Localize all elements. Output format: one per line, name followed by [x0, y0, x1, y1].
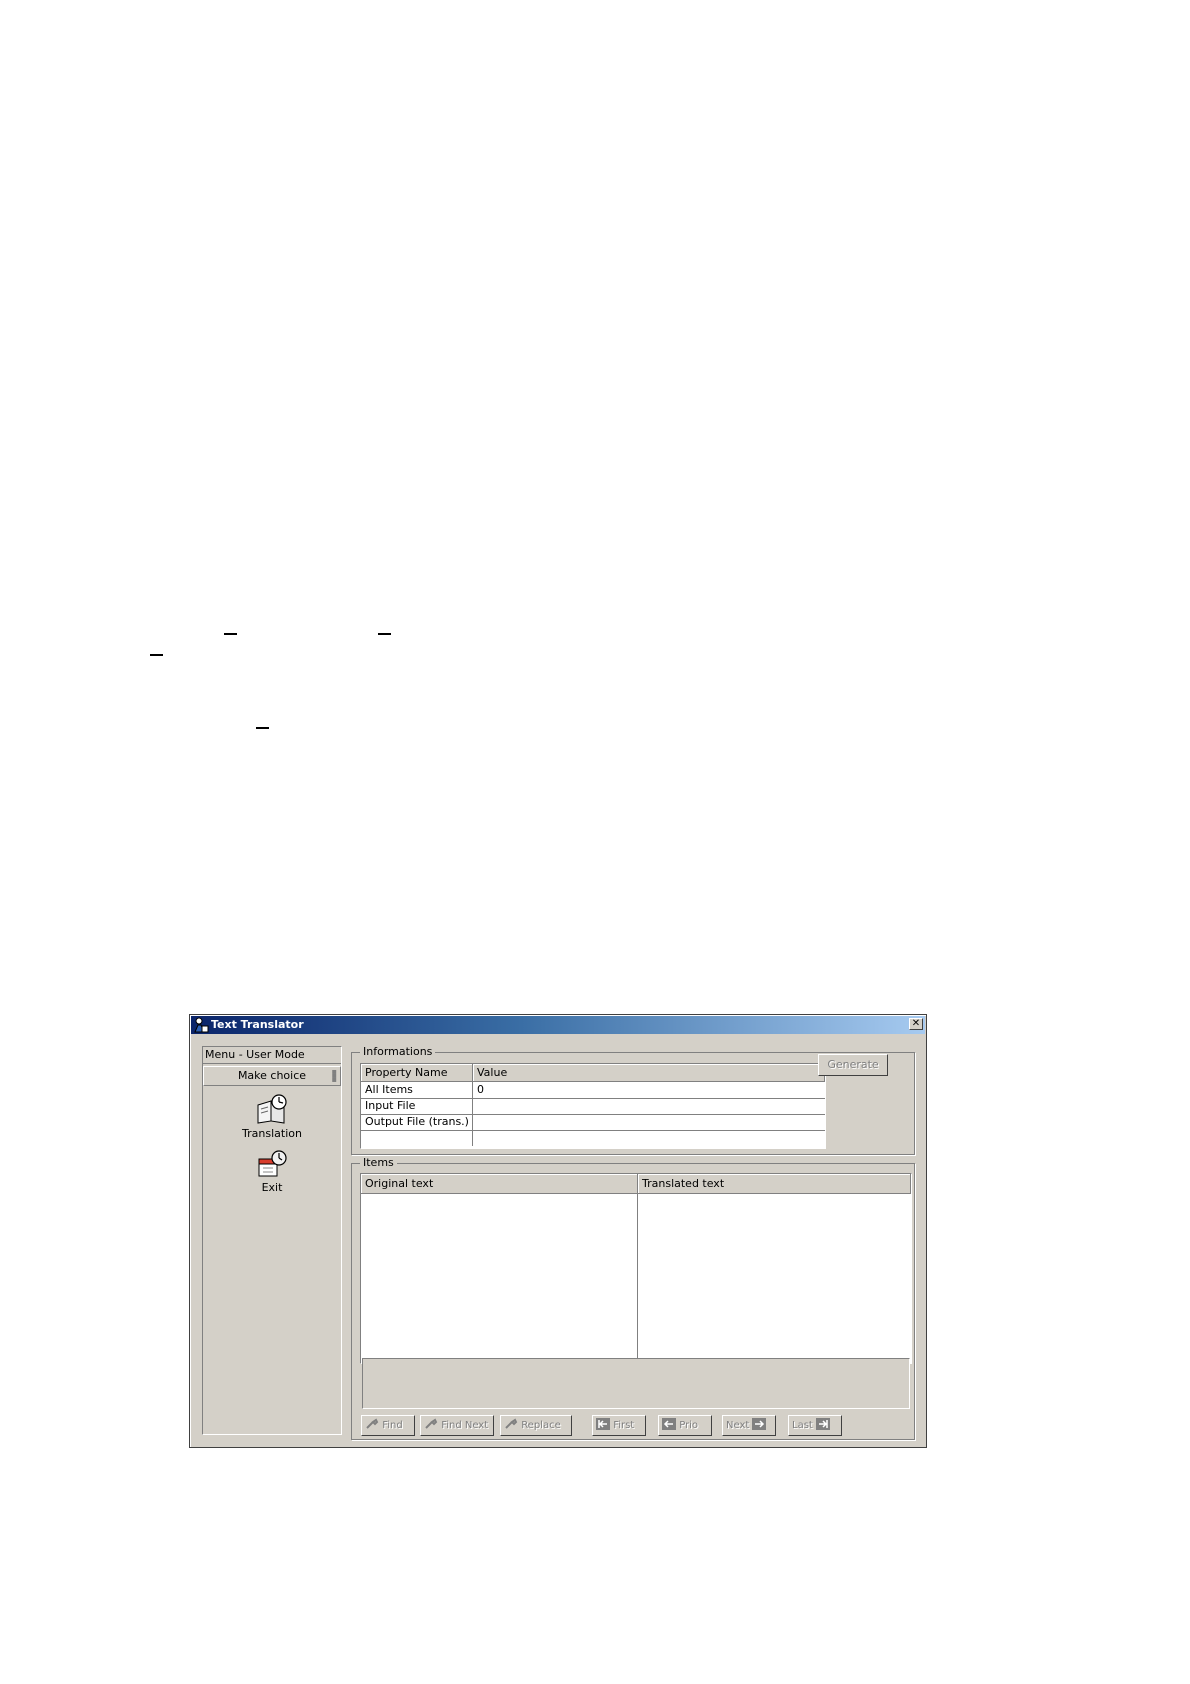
table-row[interactable]: Input File [361, 1098, 825, 1115]
title-bar[interactable]: Text Translator ✕ [191, 1016, 925, 1034]
make-choice-bar[interactable]: Make choice ▪ ▪ ▪ [203, 1066, 341, 1086]
last-button[interactable]: Last [788, 1415, 842, 1436]
first-button[interactable]: First [592, 1415, 646, 1436]
window-title: Text Translator [211, 1018, 304, 1031]
table-row[interactable]: Output File (trans.) [361, 1114, 825, 1131]
last-label: Last [792, 1420, 813, 1431]
right-arrow-icon [752, 1418, 767, 1430]
column-header-translated-text[interactable]: Translated text [638, 1174, 911, 1193]
prior-label: Prio [679, 1420, 699, 1431]
items-legend: Items [360, 1156, 397, 1170]
table-row[interactable]: All Items 0 [361, 1082, 825, 1099]
find-button[interactable]: Find [361, 1415, 415, 1436]
property-name-cell: Output File (trans.) [361, 1114, 473, 1130]
close-button[interactable]: ✕ [909, 1018, 923, 1030]
property-value-cell: 0 [477, 1083, 484, 1096]
calendar-clock-exit-icon [258, 1150, 287, 1177]
prior-button[interactable]: Prio [658, 1415, 712, 1436]
column-header-original-text[interactable]: Original text [361, 1174, 638, 1193]
property-value-cell [473, 1098, 825, 1114]
items-grid-header: Original text Translated text [361, 1174, 911, 1194]
find-next-button[interactable]: Find Next [420, 1415, 494, 1436]
property-value-cell [473, 1130, 825, 1146]
dash-mark [256, 727, 269, 729]
first-arrow-icon [596, 1418, 610, 1430]
menu-item-label: Exit [261, 1181, 283, 1194]
last-arrow-icon [816, 1418, 831, 1430]
menu-header: Menu - User Mode [203, 1047, 341, 1064]
next-button[interactable]: Next [722, 1415, 776, 1436]
wrench-icon [505, 1418, 518, 1429]
text-translator-window: Text Translator ✕ Menu - User Mode Make … [189, 1014, 927, 1448]
find-next-label: Find Next [441, 1420, 489, 1431]
generate-button[interactable]: Generate [818, 1054, 888, 1076]
dash-mark [378, 633, 391, 635]
left-arrow-icon [662, 1418, 676, 1430]
find-label: Find [382, 1420, 403, 1431]
informations-legend: Informations [360, 1045, 436, 1059]
column-header-property-name[interactable]: Property Name [361, 1064, 473, 1081]
replace-button[interactable]: Replace [500, 1415, 572, 1436]
property-value-cell [473, 1114, 825, 1130]
book-clock-icon [257, 1094, 287, 1124]
column-divider [637, 1193, 638, 1363]
properties-grid[interactable]: Property Name Value All Items 0 Input Fi… [360, 1063, 826, 1149]
next-label: Next [726, 1420, 750, 1431]
items-grid[interactable]: Original text Translated text [360, 1173, 912, 1364]
text-memo-field[interactable] [362, 1358, 910, 1409]
menu-item-label: Translation [242, 1127, 302, 1140]
wrench-icon [425, 1418, 438, 1429]
dash-mark [150, 654, 163, 656]
app-icon [194, 1017, 209, 1033]
items-group: Items Original text Translated text Find… [351, 1156, 915, 1440]
menu-panel: Menu - User Mode Make choice ▪ ▪ ▪ Transla… [202, 1046, 342, 1435]
informations-group: Informations Property Name Value All Ite… [351, 1045, 915, 1155]
replace-label: Replace [521, 1420, 561, 1431]
grip-icon: ▪ ▪ ▪ [331, 1067, 337, 1084]
properties-grid-header: Property Name Value [361, 1064, 825, 1082]
first-label: First [613, 1420, 635, 1431]
table-row[interactable] [361, 1130, 825, 1146]
property-name-cell: Input File [361, 1098, 473, 1114]
menu-item-translation[interactable]: Translation [203, 1093, 341, 1140]
property-name-cell: All Items [361, 1082, 473, 1098]
make-choice-label: Make choice [237, 1069, 307, 1082]
wrench-icon [366, 1418, 379, 1429]
property-name-cell [361, 1130, 473, 1146]
menu-item-exit[interactable]: Exit [203, 1149, 341, 1194]
column-header-value[interactable]: Value [473, 1064, 825, 1081]
dash-mark [224, 633, 237, 635]
close-icon: ✕ [911, 1018, 921, 1029]
